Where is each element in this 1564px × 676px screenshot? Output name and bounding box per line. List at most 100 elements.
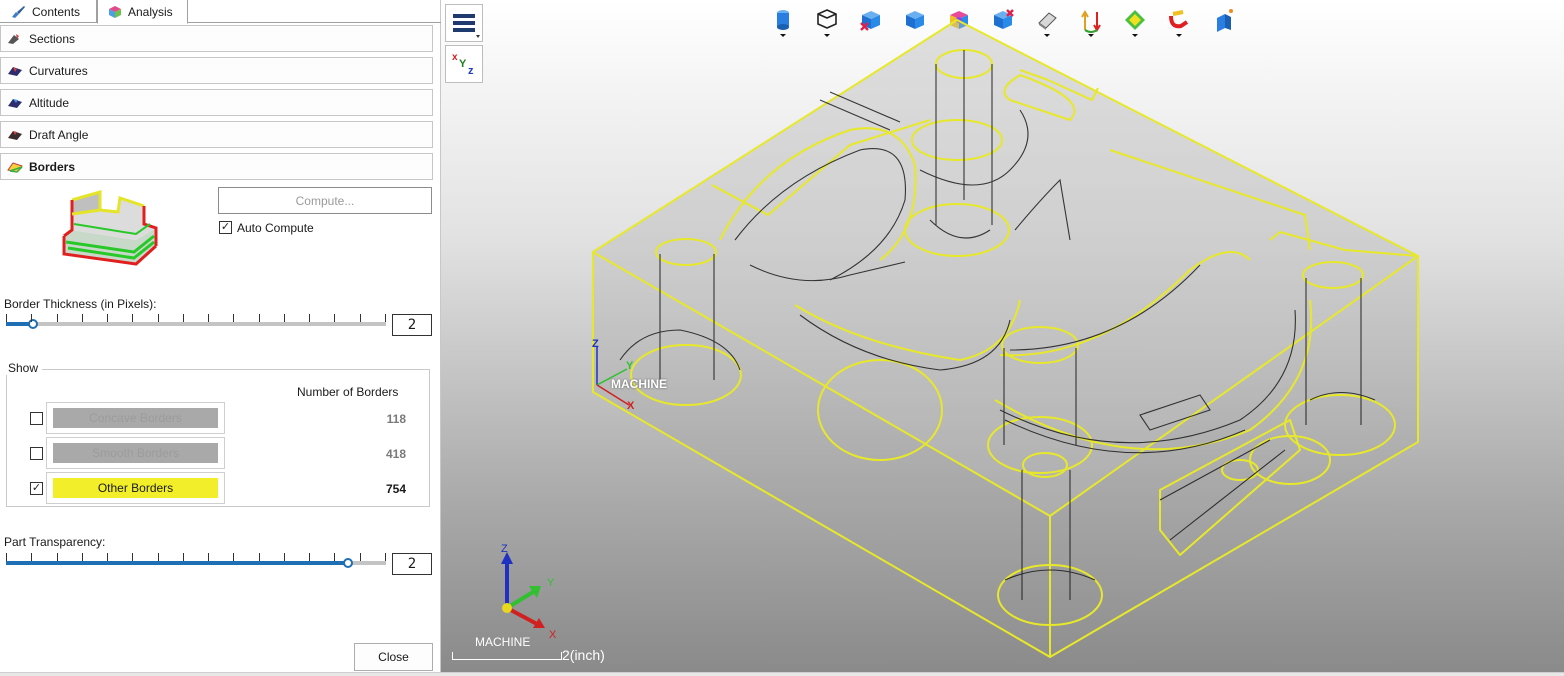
slider-tick <box>208 314 209 322</box>
slider-tick <box>309 553 310 561</box>
slider-tick <box>385 553 386 561</box>
auto-compute-checkbox[interactable]: ✓ <box>219 221 232 234</box>
slider-tick <box>158 314 159 322</box>
slider-tick <box>385 314 386 322</box>
thickness-label: Border Thickness (in Pixels): <box>4 297 157 311</box>
thickness-slider-thumb[interactable] <box>28 319 38 329</box>
slider-tick <box>259 553 260 561</box>
section-altitude[interactable]: Altitude <box>0 89 433 116</box>
triad-name-label: MACHINE <box>475 635 531 649</box>
slider-tick <box>158 553 159 561</box>
altitude-icon <box>8 98 22 108</box>
smooth-borders-swatch[interactable]: Smooth Borders <box>53 443 218 463</box>
sections-icon <box>8 33 19 44</box>
slider-tick <box>57 553 58 561</box>
smooth-borders-label: Smooth Borders <box>92 446 179 460</box>
status-bar <box>0 672 1564 676</box>
slider-tick <box>284 553 285 561</box>
slider-tick <box>233 553 234 561</box>
analysis-panel: Contents Analysis Sections Curvatures Al… <box>0 0 441 676</box>
concave-borders-swatch[interactable]: Concave Borders <box>53 408 218 428</box>
other-borders-checkbox[interactable]: ✓ <box>30 482 43 495</box>
slider-tick <box>132 314 133 322</box>
section-draft-angle-label: Draft Angle <box>29 127 89 142</box>
slider-tick <box>208 553 209 561</box>
slider-tick <box>6 553 7 561</box>
axis-triad: Z Y X <box>501 543 557 640</box>
tab-analysis[interactable]: Analysis <box>97 0 188 24</box>
section-borders[interactable]: Borders <box>0 153 433 180</box>
slider-tick <box>57 314 58 322</box>
slider-tick <box>284 314 285 322</box>
close-button[interactable]: Close <box>354 643 433 671</box>
transparency-label: Part Transparency: <box>4 535 106 549</box>
borders-icon <box>7 161 23 173</box>
slider-tick <box>31 314 32 322</box>
section-borders-label: Borders <box>29 159 76 174</box>
tab-contents[interactable]: Contents <box>0 0 97 23</box>
section-altitude-label: Altitude <box>29 95 70 110</box>
scale-bar <box>452 652 562 660</box>
slider-tick <box>233 314 234 322</box>
triad-y-label: Y <box>547 577 555 589</box>
section-sections-label: Sections <box>29 31 76 46</box>
curvature-icon <box>8 66 22 76</box>
slider-tick <box>334 314 335 322</box>
tab-contents-label: Contents <box>32 4 81 19</box>
slider-tick <box>31 553 32 561</box>
model-csys-marker: Z Y X <box>592 338 635 412</box>
slider-tick <box>132 553 133 561</box>
slider-tick <box>107 314 108 322</box>
section-sections[interactable]: Sections <box>0 25 433 52</box>
compute-button[interactable]: Compute... <box>218 187 432 214</box>
slider-tick <box>360 314 361 322</box>
transparency-slider-fill <box>6 561 348 565</box>
transparency-spinbox[interactable]: 2 <box>392 553 432 575</box>
slider-tick <box>82 553 83 561</box>
concave-borders-count: 118 <box>386 412 406 426</box>
slider-tick <box>82 314 83 322</box>
cube-analysis-icon <box>109 5 121 18</box>
smooth-borders-frame: Smooth Borders <box>46 437 225 469</box>
csys-name-label: MACHINE <box>611 377 667 391</box>
concave-borders-label: Concave Borders <box>89 411 182 425</box>
section-curvatures[interactable]: Curvatures <box>0 57 433 84</box>
thickness-slider[interactable] <box>6 314 386 329</box>
show-group-title: Show <box>4 361 43 375</box>
panel-tabs: Contents Analysis <box>0 0 441 24</box>
transparency-slider[interactable] <box>6 553 386 568</box>
draft-angle-icon <box>8 130 22 140</box>
3d-viewport[interactable]: x Y z Z Y X MACHINE Z Y X MACHINE 2(inch… <box>441 0 1564 672</box>
slider-tick <box>107 553 108 561</box>
transparency-slider-thumb[interactable] <box>343 558 353 568</box>
other-borders-count: 754 <box>385 482 406 496</box>
slider-tick <box>334 553 335 561</box>
slider-tick <box>6 314 7 322</box>
csys-y-label: Y <box>626 360 634 372</box>
triad-x-label: X <box>549 629 557 640</box>
slider-tick <box>309 314 310 322</box>
csys-z-label: Z <box>592 338 599 350</box>
section-curvatures-label: Curvatures <box>29 63 88 78</box>
section-draft-angle[interactable]: Draft Angle <box>0 121 433 148</box>
other-borders-label: Other Borders <box>97 481 174 495</box>
concave-borders-checkbox[interactable] <box>30 412 43 425</box>
thickness-spinbox[interactable]: 2 <box>392 314 432 336</box>
slider-tick <box>259 314 260 322</box>
concave-borders-frame: Concave Borders <box>46 402 225 434</box>
smooth-borders-checkbox[interactable] <box>30 447 43 460</box>
tab-analysis-label: Analysis <box>128 4 173 19</box>
smooth-borders-count: 418 <box>385 447 406 461</box>
slider-tick <box>183 314 184 322</box>
brush-icon <box>12 5 25 18</box>
other-borders-frame: Other Borders <box>46 472 225 504</box>
triad-z-label: Z <box>501 543 508 555</box>
slider-tick <box>183 553 184 561</box>
number-of-borders-header: Number of Borders <box>297 385 399 399</box>
csys-x-label: X <box>627 400 635 412</box>
slider-tick <box>360 553 361 561</box>
borders-preview-image <box>62 190 158 266</box>
scale-label: 2(inch) <box>562 647 605 663</box>
other-borders-swatch[interactable]: Other Borders <box>53 478 218 498</box>
auto-compute-label: Auto Compute <box>237 221 314 235</box>
